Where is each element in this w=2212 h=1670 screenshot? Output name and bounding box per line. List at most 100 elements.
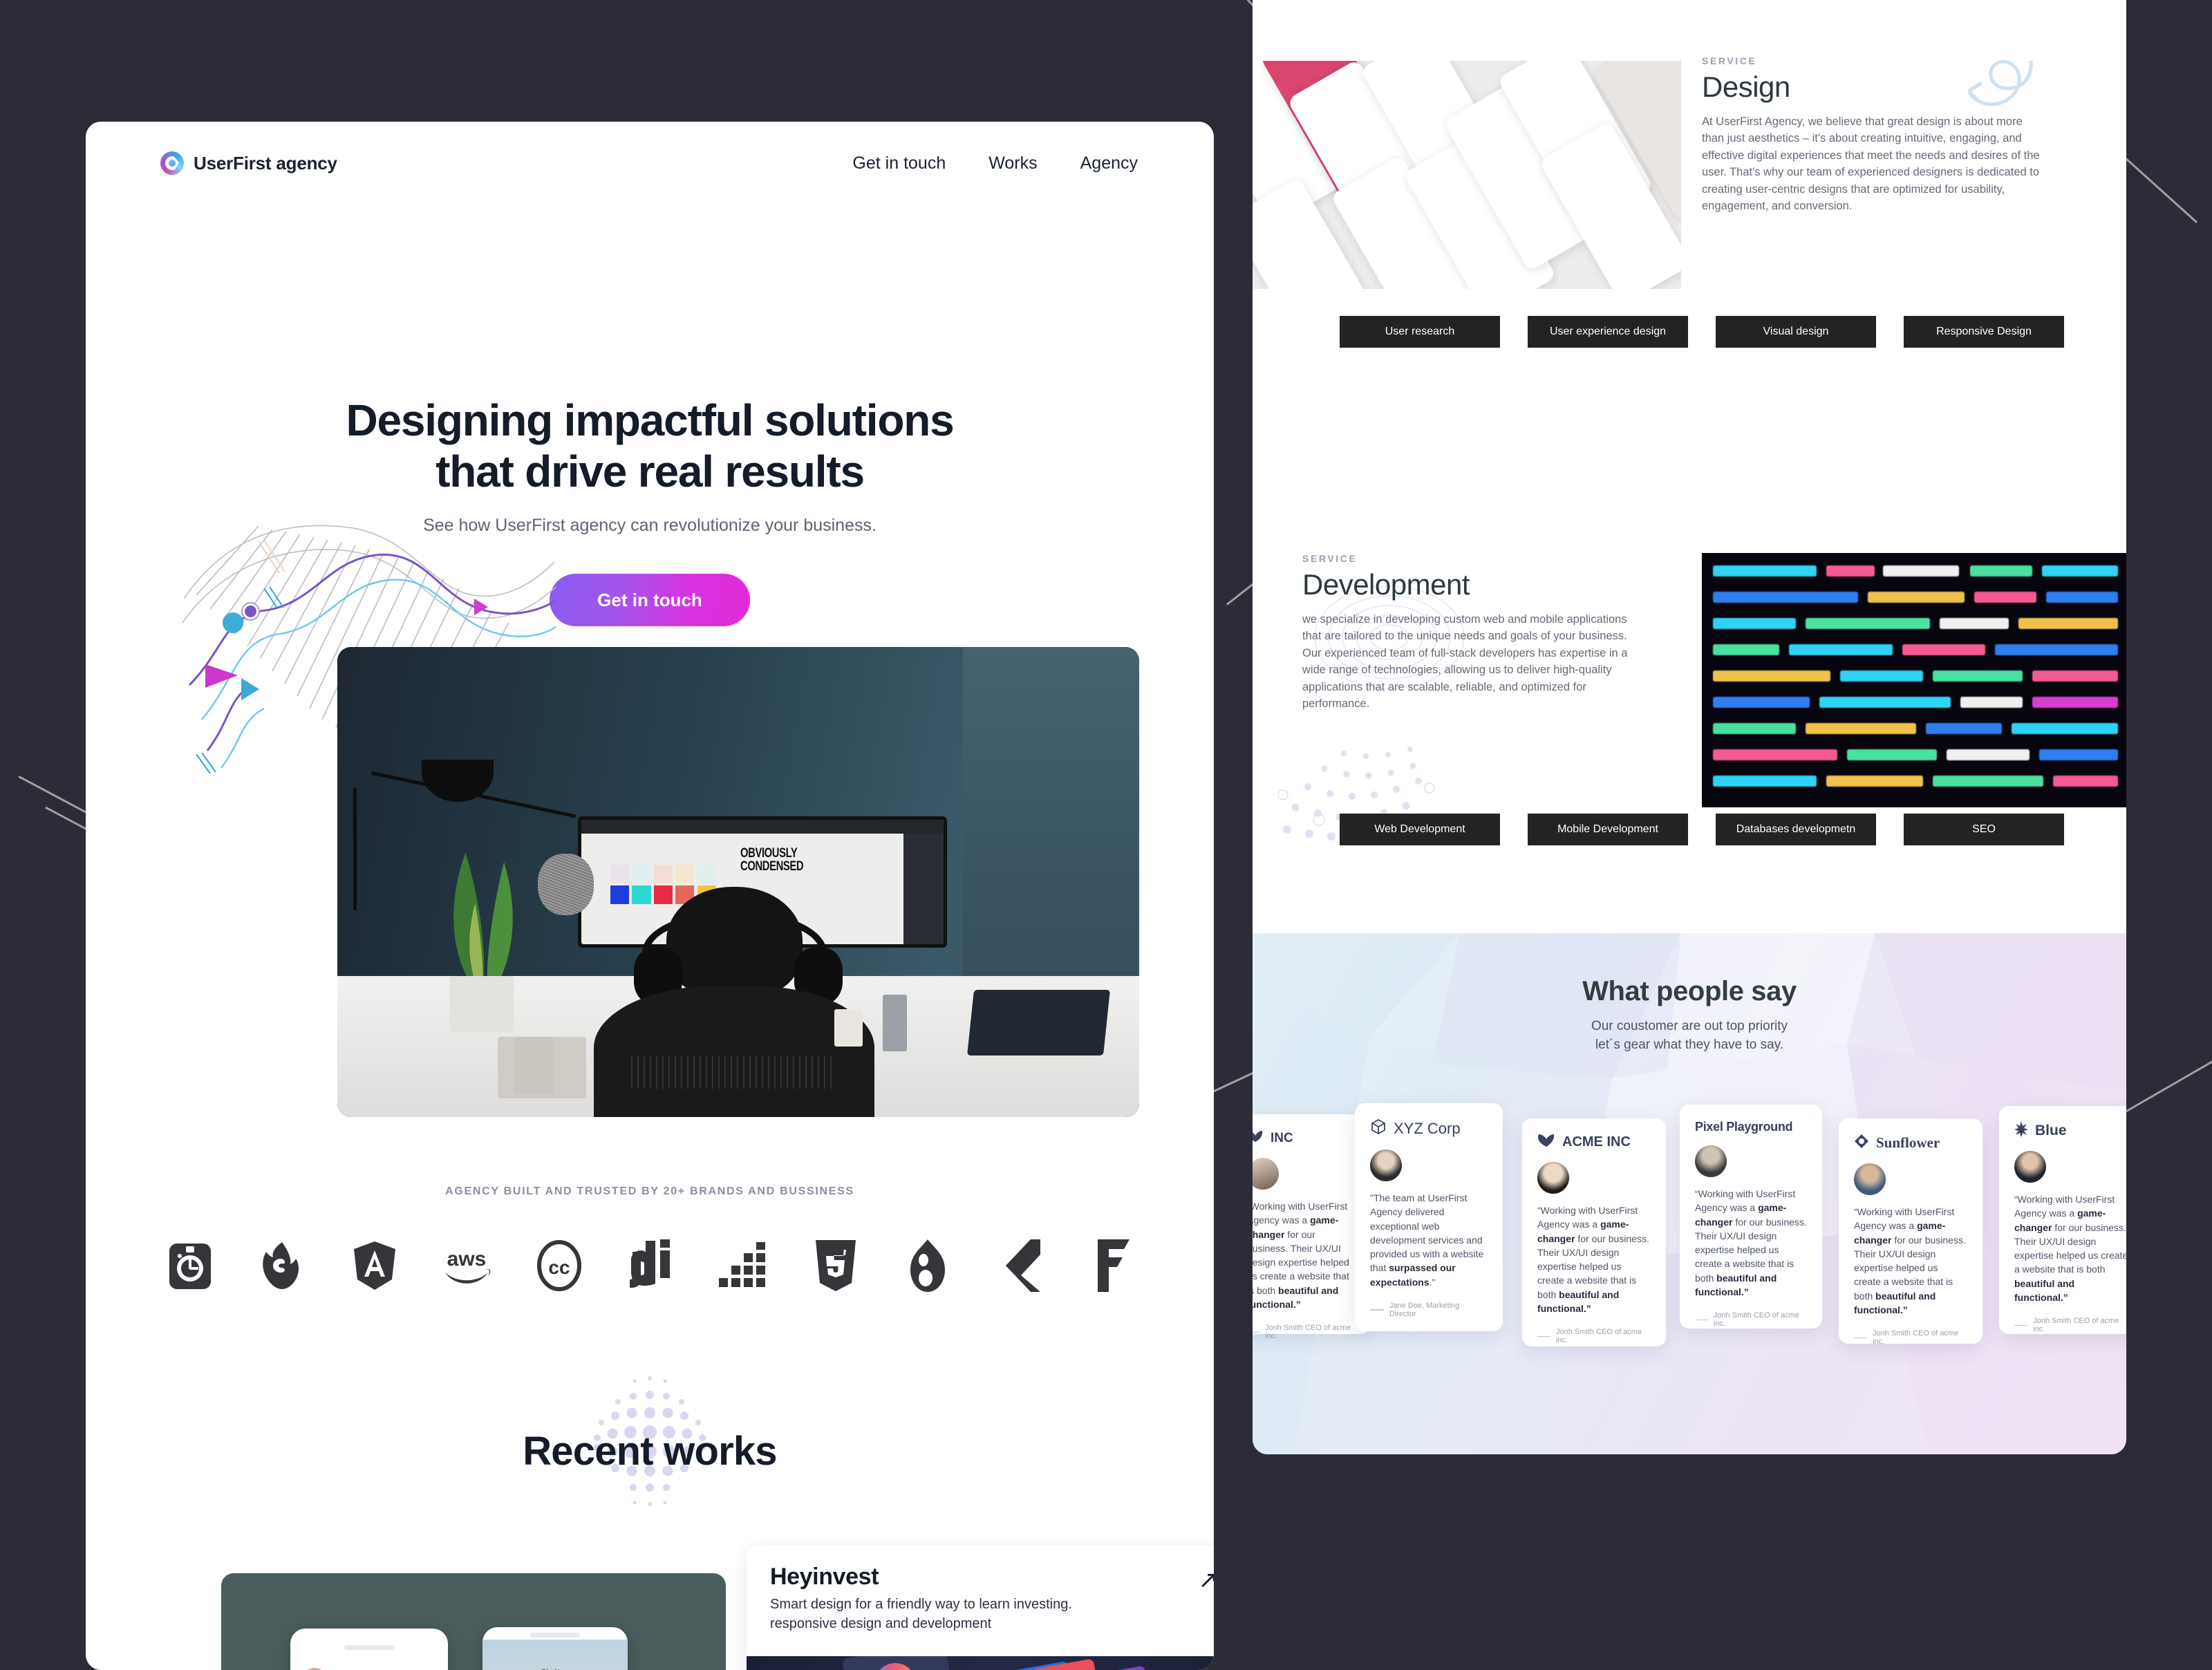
- tag-seo[interactable]: SEO: [1904, 814, 2064, 845]
- avatar: [1370, 1150, 1402, 1181]
- testimonial-card[interactable]: Sunflower “Working with UserFirst Agency…: [1839, 1118, 1983, 1346]
- get-in-touch-button[interactable]: Get in touch: [550, 574, 750, 626]
- spiral-logo-icon: [160, 151, 184, 175]
- testimonial-quote: “Working with UserFirst Agency was a gam…: [2014, 1194, 2126, 1304]
- testimonial-author: Jonh Smith CEO of acme inc.: [1854, 1329, 1967, 1346]
- brand-name: UserFirst agency: [194, 152, 337, 173]
- nav-item-agency[interactable]: Agency: [1080, 153, 1138, 173]
- service-kicker: SERVICE: [1702, 55, 1757, 66]
- tag-web-development[interactable]: Web Development: [1340, 814, 1500, 845]
- testimonial-company: Pixel Playground: [1695, 1120, 1793, 1134]
- triangle-marker-icon: [474, 599, 488, 615]
- avatar: [2014, 1151, 2046, 1183]
- testimonials-section: What people say Our coustomer are out to…: [1253, 933, 2126, 1454]
- service-development-block: SERVICE Development we specialize in dev…: [1302, 553, 1648, 712]
- mask-icon: [1537, 1134, 1555, 1151]
- django-icon: [621, 1235, 681, 1296]
- service-body-design: At UserFirst Agency, we believe that gre…: [1702, 115, 2040, 213]
- design-tags-row: User research User experience design Vis…: [1340, 316, 2064, 348]
- testimonials-subtitle: Our coustomer are out top priority let´s…: [1591, 1019, 1788, 1052]
- firefox-icon: [252, 1235, 312, 1296]
- tag-databases-development[interactable]: Databases developmetn: [1716, 814, 1876, 845]
- landing-page-preview-left: UserFirst agency Get in touch Works Agen…: [86, 122, 1214, 1670]
- testimonial-quote: “Working with UserFirst Agency was a gam…: [1253, 1201, 1349, 1311]
- dot-marker-icon: [223, 612, 243, 633]
- ring-marker-icon: [245, 606, 256, 617]
- testimonial-author: Jonh Smith CEO of acme inc.: [1695, 1311, 1807, 1328]
- testimonial-card[interactable]: INC “Working with UserFirst Agency was a…: [1253, 1114, 1370, 1340]
- tag-user-research[interactable]: User research: [1340, 316, 1500, 348]
- recent-works-heading: Recent works: [523, 1429, 777, 1474]
- testimonial-company: ACME INC: [1562, 1134, 1631, 1150]
- svg-text:aws: aws: [447, 1248, 487, 1270]
- sparkle-icon: [2014, 1121, 2028, 1140]
- work-description: Smart design for a friendly way to learn…: [770, 1597, 1072, 1631]
- phone-mockup-home: Hello Facu!👋 Where are you going? Tipe y…: [290, 1629, 448, 1670]
- avatar: [1854, 1163, 1886, 1195]
- testimonial-company: XYZ Corp: [1394, 1119, 1461, 1137]
- testimonial-quote: "The team at UserFirst Agency delivered …: [1370, 1192, 1484, 1288]
- decorative-stroke: [18, 776, 93, 816]
- testimonial-card[interactable]: XYZ Corp "The team at UserFirst Agency d…: [1355, 1103, 1503, 1331]
- testimonial-author: Jonh Smith CEO of acme inc.: [1537, 1328, 1651, 1344]
- brands-trusted-label: AGENCY BUILT AND TRUSTED BY 20+ BRANDS A…: [445, 1185, 854, 1197]
- arrow-up-right-icon[interactable]: ↗: [1199, 1566, 1215, 1594]
- testimonial-author: Jane Doe, Marketing Director: [1370, 1302, 1488, 1318]
- brand-logo-link[interactable]: UserFirst agency: [160, 151, 337, 175]
- testimonial-quote: “Working with UserFirst Agency was a gam…: [1695, 1188, 1807, 1298]
- nav-item-works[interactable]: Works: [988, 153, 1037, 173]
- testimonials-heading: What people say: [1582, 976, 1797, 1006]
- work-card-heyinvest[interactable]: Heyinvest Smart design for a friendly wa…: [747, 1546, 1214, 1670]
- testimonial-card[interactable]: Blue “Working with UserFirst Agency was …: [1999, 1106, 2126, 1334]
- brand-logos-row: aws cc: [160, 1228, 1142, 1304]
- testimonial-company: Sunflower: [1876, 1134, 1940, 1151]
- foursquare-icon: [1082, 1235, 1142, 1296]
- testimonial-card[interactable]: ACME INC “Working with UserFirst Agency …: [1522, 1118, 1666, 1347]
- service-design-block: SERVICE Design At UserFirst Agency, we b…: [1702, 55, 2047, 214]
- testimonial-company: INC: [1271, 1130, 1293, 1145]
- hero-screen-text-1: OBVIOUSLY: [740, 846, 798, 861]
- development-service-image: [1702, 553, 2126, 807]
- css3-icon: [806, 1235, 865, 1296]
- cube-icon: [1370, 1118, 1387, 1138]
- primary-nav: Get in touch Works Agency: [852, 153, 1138, 173]
- hero-title-line-2: that drive real results: [435, 447, 865, 497]
- testimonial-card[interactable]: Pixel Playground “Working with UserFirst…: [1680, 1105, 1822, 1329]
- nav-item-get-in-touch[interactable]: Get in touch: [852, 153, 946, 173]
- site-header: UserFirst agency Get in touch Works Agen…: [86, 122, 1214, 205]
- avatar: [1695, 1145, 1727, 1177]
- work-card-travel-app[interactable]: Hello Facu!👋 Where are you going? Tipe y…: [221, 1573, 726, 1670]
- triangle-marker-icon: [241, 678, 259, 700]
- avatar: [1253, 1158, 1279, 1190]
- hero-screen-text-2: CONDENSED: [740, 859, 804, 874]
- flutter-icon: [991, 1235, 1050, 1296]
- phone-notch: [344, 1645, 394, 1650]
- avatar: [1537, 1162, 1569, 1194]
- diamond-icon: [1854, 1134, 1869, 1152]
- testimonial-author: Jonh Smith CEO of acme inc.: [1253, 1324, 1355, 1340]
- hero-title: Designing impactful solutions that drive…: [86, 395, 1214, 497]
- design-service-image: [1253, 61, 1681, 289]
- work-preview-image: [747, 1656, 1214, 1670]
- tag-user-experience-design[interactable]: User experience design: [1528, 316, 1688, 348]
- aws-icon: aws: [437, 1235, 496, 1296]
- hero-subtitle: See how UserFirst agency can revolutioni…: [423, 516, 877, 535]
- phone-mockup-destination: ● Rio Negro Bariloche: [482, 1627, 628, 1670]
- mask-icon: [1253, 1129, 1264, 1147]
- testimonial-quote: “Working with UserFirst Agency was a gam…: [1854, 1206, 1966, 1316]
- hero-photo: OBVIOUSLY CONDENSED: [337, 647, 1139, 1117]
- stopwatch-icon: [160, 1235, 220, 1296]
- tag-visual-design[interactable]: Visual design: [1716, 316, 1876, 348]
- service-body-development: we specialize in developing custom web a…: [1302, 613, 1628, 711]
- drupal-icon: [898, 1235, 957, 1296]
- tag-responsive-design[interactable]: Responsive Design: [1904, 316, 2064, 348]
- development-tags-row: Web Development Mobile Development Datab…: [1340, 814, 2064, 845]
- hero-title-line-1: Designing impactful solutions: [346, 395, 954, 445]
- equalizer-icon: [713, 1235, 773, 1296]
- testimonial-quote: “Working with UserFirst Agency was a gam…: [1537, 1205, 1649, 1315]
- svg-text:cc: cc: [548, 1257, 570, 1278]
- service-title-development: Development: [1302, 568, 1470, 601]
- tag-mobile-development[interactable]: Mobile Development: [1528, 814, 1688, 845]
- testimonial-author: Jonh Smith CEO of acme inc.: [2014, 1317, 2126, 1333]
- work-title: Heyinvest: [770, 1564, 879, 1590]
